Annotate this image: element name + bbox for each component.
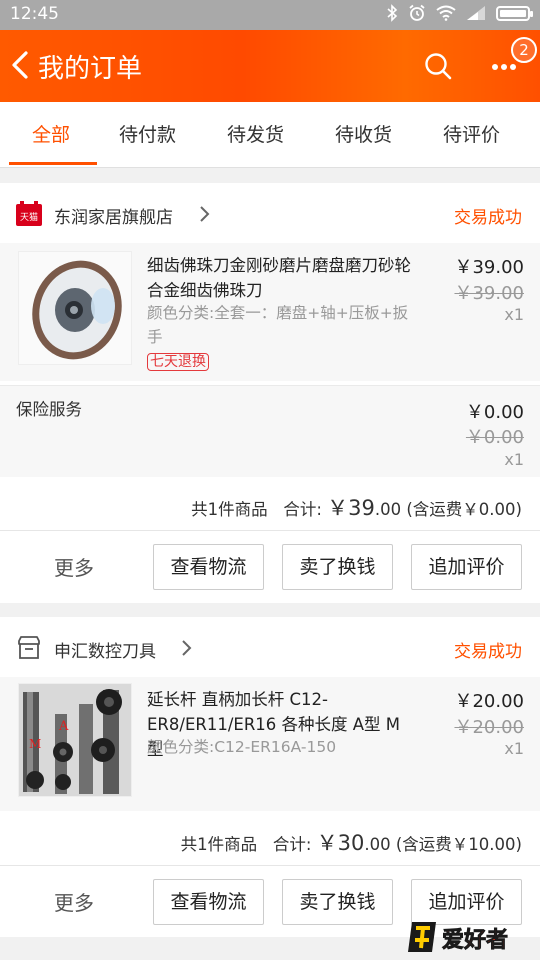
item-quantity: x1 [504,739,524,758]
tmall-badge-text: 天猫 [20,211,38,223]
order-item[interactable]: A M 延长杆 直柄加长杆 C12-ER8/ER11/ER16 各种长度 A型 … [0,677,540,811]
more-options-icon[interactable] [491,63,517,71]
order-actions: 更多 查看物流 卖了换钱 追加评价 [0,530,540,602]
order-summary: 共1件商品 合计: ￥30.00 (含运费￥10.00) [181,827,522,857]
view-logistics-button[interactable]: 查看物流 [153,544,264,590]
bluetooth-icon [387,4,398,22]
total-cents: .00 [364,835,391,854]
active-tab-indicator [9,162,97,165]
product-spec: 颜色分类:C12-ER16A-150 [147,738,337,756]
shop-header[interactable]: 天猫 东润家居旗舰店 交易成功 [0,183,540,243]
alarm-icon [409,4,425,21]
order-tabs: 全部 待付款 待发货 待收货 待评价 [0,102,540,168]
tab-pending-shipment[interactable]: 待发货 [227,120,284,147]
product-thumbnail[interactable]: A M [18,683,132,797]
insurance-original-price: ￥0.00 [465,427,524,448]
shop-name[interactable]: 申汇数控刀具 [54,637,156,662]
tab-pending-payment[interactable]: 待付款 [119,120,176,147]
total-amount: ￥39 [327,496,375,520]
resell-button[interactable]: 卖了换钱 [282,879,393,925]
shipping-fee: (含运费￥10.00) [395,835,522,854]
order-status: 交易成功 [454,208,522,228]
watermark-logo: 爱好者 [408,922,508,953]
product-title[interactable]: 细齿佛珠刀金刚砂磨片磨盘磨刀砂轮合金细齿佛珠刀 [147,253,412,303]
chevron-right-icon [182,640,192,656]
chevron-right-icon [200,206,210,222]
product-thumbnail[interactable] [18,251,132,365]
product-spec: 颜色分类:全套一：磨盘+轴+压板+扳手 [147,304,409,346]
label-a: A [58,719,69,734]
status-time: 12:45 [10,4,59,24]
view-logistics-button[interactable]: 查看物流 [153,879,264,925]
insurance-price: ￥0.00 [465,402,524,423]
insurance-label: 保险服务 [16,400,82,419]
tab-pending-review[interactable]: 待评价 [443,120,500,147]
shipping-fee: (含运费￥0.00) [406,500,522,519]
insurance-quantity: x1 [504,450,524,469]
order-status: 交易成功 [454,642,522,662]
tab-pending-receipt[interactable]: 待收货 [335,120,392,147]
grinding-wheel-image [19,252,131,364]
back-arrow-icon[interactable] [8,47,32,83]
item-price: ￥39.00 [454,257,524,278]
search-icon[interactable] [424,52,452,80]
extension-rod-image: A M [19,684,131,796]
app-header: 我的订单 2 [0,30,540,102]
shop-header[interactable]: 申汇数控刀具 交易成功 [0,617,540,677]
total-label: 合计: [283,500,322,519]
more-actions-link[interactable]: 更多 [54,552,94,581]
signal-icon [467,6,485,20]
page-title: 我的订单 [38,54,143,84]
shop-name[interactable]: 东润家居旗舰店 [54,203,173,228]
tab-all[interactable]: 全部 [32,120,70,147]
item-count: 共1件商品 [180,835,258,854]
item-count: 共1件商品 [191,500,268,519]
total-label: 合计: [272,835,312,854]
order-card: 申汇数控刀具 交易成功 A M 延长杆 直柄加长杆 C12-ER8/ER11/E… [0,617,540,937]
add-review-button[interactable]: 追加评价 [411,544,522,590]
wifi-icon [436,5,456,21]
return-policy-tag: 七天退换 [147,353,209,371]
label-m: M [29,737,41,751]
insurance-service-row: 保险服务 ￥0.00 ￥0.00 x1 [0,385,540,477]
order-summary: 共1件商品 合计: ￥39.00 (含运费￥0.00) [191,492,522,522]
total-cents: .00 [374,500,402,519]
battery-icon [496,5,533,21]
item-original-price: ￥20.00 [454,717,524,738]
status-bar: 12:45 [0,0,540,30]
order-item[interactable]: 细齿佛珠刀金刚砂磨片磨盘磨刀砂轮合金细齿佛珠刀 颜色分类:全套一：磨盘+轴+压板… [0,243,540,381]
total-amount: ￥30 [316,831,365,855]
item-original-price: ￥39.00 [454,283,524,304]
store-icon [18,636,40,659]
item-quantity: x1 [504,305,524,324]
status-icons [386,4,533,22]
more-actions-link[interactable]: 更多 [54,887,94,916]
item-price: ￥20.00 [454,691,524,712]
order-card: 天猫 东润家居旗舰店 交易成功 细齿佛珠刀金刚砂磨片磨盘磨刀砂轮合金细齿佛珠刀 … [0,183,540,603]
notification-badge: 2 [511,37,537,63]
watermark-text: 爱好者 [442,927,508,953]
resell-button[interactable]: 卖了换钱 [282,544,393,590]
tmall-logo-icon: 天猫 [16,201,42,226]
